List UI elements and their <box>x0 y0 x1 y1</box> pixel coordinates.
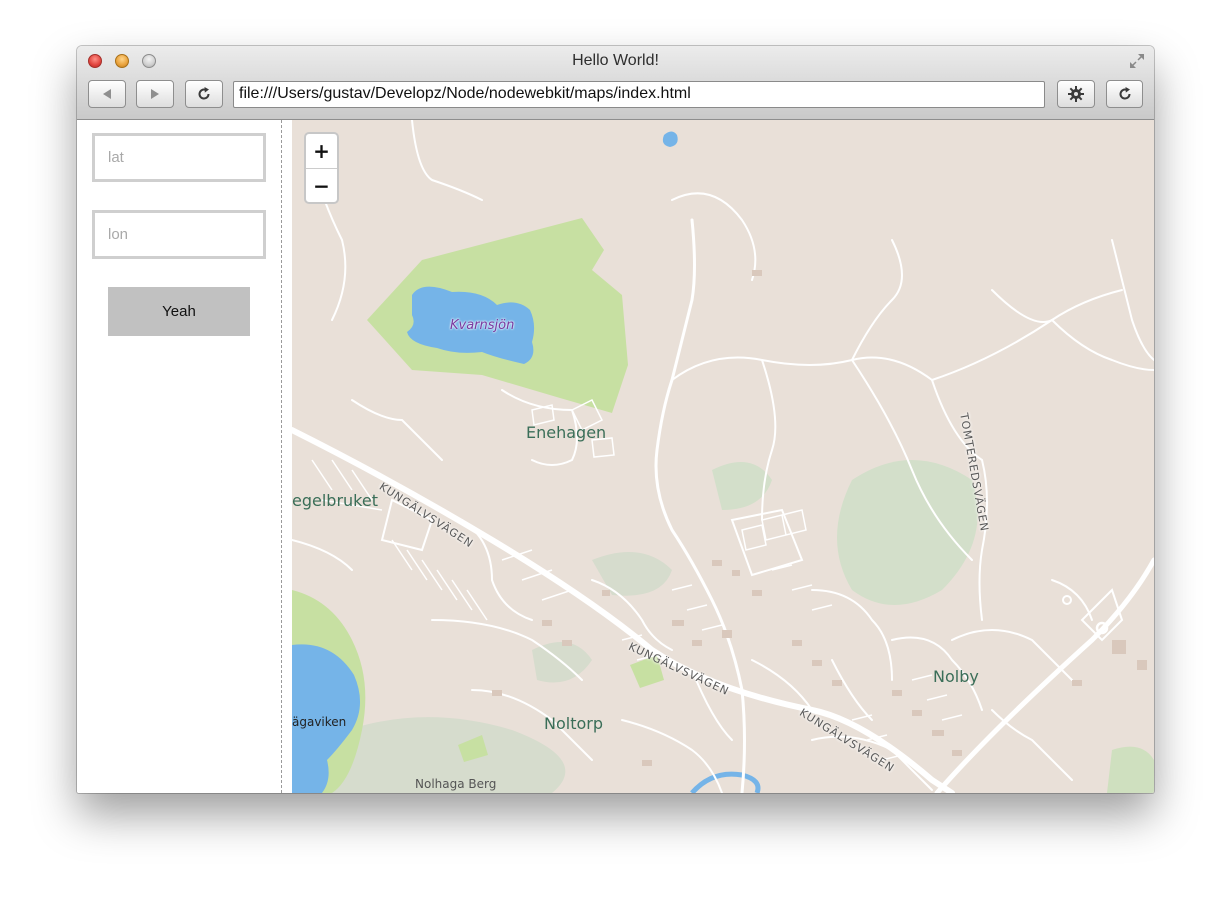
window-title: Hello World! <box>572 52 659 69</box>
map-label-kvarnsjon: Kvarnsjön <box>450 318 515 333</box>
lat-input[interactable] <box>92 133 266 182</box>
fullscreen-icon[interactable] <box>1128 52 1146 70</box>
app-content: Yeah <box>77 120 1154 793</box>
back-arrow-icon <box>103 89 111 99</box>
map-label-nolhaga-berg: Nolhaga Berg <box>415 777 497 791</box>
settings-button[interactable] <box>1057 80 1095 108</box>
reload-button[interactable] <box>185 80 223 108</box>
reload-icon <box>1119 87 1131 100</box>
reload-icon <box>198 87 210 100</box>
yeah-button[interactable]: Yeah <box>108 287 250 336</box>
reload-app-button[interactable] <box>1106 80 1143 108</box>
zoom-out-button[interactable]: − <box>306 169 337 202</box>
gear-icon <box>1068 86 1084 102</box>
browser-window: Hello World! file:///Users/gustav/Develo… <box>77 46 1154 793</box>
map-label-enehagen: Enehagen <box>526 423 607 442</box>
map-label-tegelbruket: egelbruket <box>292 491 378 510</box>
map[interactable]: + − Kvarnsjön Enehagen egelbruket KUNGÄL… <box>292 120 1154 793</box>
zoom-in-button[interactable]: + <box>306 134 337 169</box>
forward-arrow-icon <box>151 89 159 99</box>
back-button[interactable] <box>88 80 126 108</box>
forward-button[interactable] <box>136 80 174 108</box>
title-bar: Hello World! file:///Users/gustav/Develo… <box>77 46 1154 120</box>
map-label-noltorp: Noltorp <box>544 714 603 733</box>
zoom-control: + − <box>304 132 339 204</box>
lon-input[interactable] <box>92 210 266 259</box>
sidebar: Yeah <box>77 120 282 793</box>
address-bar[interactable]: file:///Users/gustav/Developz/Node/nodew… <box>233 81 1045 108</box>
map-label-nolby: Nolby <box>933 667 979 686</box>
map-label-nolhagaviken: ägaviken <box>292 715 347 729</box>
